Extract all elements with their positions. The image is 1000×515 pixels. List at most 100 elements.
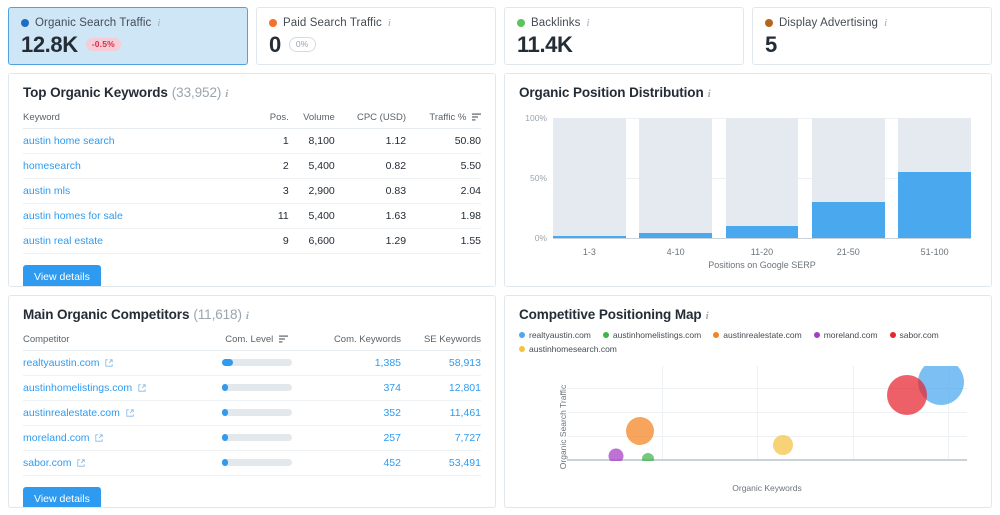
competitor-cell: sabor.com <box>23 450 207 476</box>
info-icon[interactable]: i <box>884 17 887 29</box>
bar-group-21-50[interactable]: 21-50 <box>811 118 885 257</box>
panel-title: Main Organic Competitors (11,618) i <box>23 307 481 322</box>
traffic-cell: 5.50 <box>406 153 481 179</box>
table-row[interactable]: austin homes for sale 11 5,400 1.63 1.98 <box>23 203 481 229</box>
kpi-card-paid-search-traffic[interactable]: Paid Search Traffic i 0 0% <box>256 7 496 65</box>
legend-item-moreland[interactable]: moreland.com <box>813 330 878 340</box>
scatter-bubble[interactable] <box>772 435 793 456</box>
view-details-competitors-button[interactable]: View details <box>23 486 101 508</box>
competitor-link[interactable]: moreland.com <box>23 432 90 444</box>
bubble-center-marker <box>636 427 644 435</box>
sort-descending-icon <box>472 113 481 121</box>
x-tick-label: 51-100 <box>920 246 949 257</box>
com-level-fill <box>221 359 233 367</box>
x-axis-title: Positions on Google SERP <box>708 259 816 270</box>
com-level-cell <box>206 425 307 451</box>
info-icon[interactable]: i <box>706 310 709 322</box>
column-header-keyword[interactable]: Keyword <box>23 112 262 129</box>
table-row[interactable]: austin home search 1 8,100 1.12 50.80 <box>23 128 481 154</box>
se-keywords-link[interactable]: 11,461 <box>450 407 481 419</box>
external-link-icon[interactable] <box>126 408 134 417</box>
se-keywords-link[interactable]: 7,727 <box>455 432 481 444</box>
info-icon[interactable]: i <box>157 17 160 29</box>
com-keywords-link[interactable]: 452 <box>383 457 401 469</box>
kpi-card-backlinks[interactable]: Backlinks i 11.4K <box>504 7 744 65</box>
info-icon[interactable]: i <box>225 89 228 100</box>
bar-group-1-3[interactable]: 1-3 <box>553 118 626 257</box>
kpi-card-display-advertising[interactable]: Display Advertising i 5 <box>752 7 992 65</box>
column-header-traffic-pct[interactable]: Traffic % <box>406 112 481 129</box>
table-row[interactable]: moreland.com 257 7,727 <box>23 425 481 451</box>
kpi-header: Paid Search Traffic i <box>269 16 483 30</box>
se-keywords-link[interactable]: 12,801 <box>449 382 481 394</box>
view-details-keywords-button[interactable]: View details <box>23 265 101 286</box>
legend-item-realtyaustin[interactable]: realtyaustin.com <box>519 330 591 340</box>
column-header-competitor[interactable]: Competitor <box>23 333 207 351</box>
keyword-link[interactable]: austin home search <box>23 135 115 147</box>
panel-title-text: Organic Position Distribution <box>519 85 704 100</box>
bar-group-51-100[interactable]: 51-100 <box>898 118 971 257</box>
scatter-bubble[interactable] <box>608 448 624 461</box>
legend-item-sabor[interactable]: sabor.com <box>889 330 939 340</box>
table-row[interactable]: austin mls 3 2,900 0.83 2.04 <box>23 178 481 204</box>
external-link-icon[interactable] <box>105 358 113 367</box>
se-keywords-link[interactable]: 53,491 <box>449 457 481 469</box>
info-icon[interactable]: i <box>388 17 391 29</box>
se-keywords-link[interactable]: 58,913 <box>449 357 481 369</box>
legend-item-austinrealestate[interactable]: austinrealestate.com <box>713 330 802 340</box>
table-row[interactable]: realtyaustin.com 1,385 58,913 <box>23 350 481 376</box>
info-icon[interactable]: i <box>246 310 249 322</box>
competitors-table: Competitor Com. Level Com. Keywords SE K… <box>23 333 481 476</box>
competitor-link[interactable]: sabor.com <box>23 457 71 469</box>
info-icon[interactable]: i <box>586 17 589 29</box>
external-link-icon[interactable] <box>138 383 146 392</box>
scatter-bubble[interactable] <box>886 375 927 416</box>
table-row[interactable]: austinrealestate.com 352 11,461 <box>23 400 481 426</box>
kpi-header: Backlinks i <box>517 16 731 30</box>
x-tick-label: 4-10 <box>666 246 685 257</box>
legend-dot-icon <box>713 331 720 338</box>
table-body: austin home search 1 8,100 1.12 50.80 ho… <box>23 128 481 254</box>
column-header-se-keywords[interactable]: SE Keywords <box>401 333 481 351</box>
column-header-volume[interactable]: Volume <box>288 112 335 129</box>
competitor-link[interactable]: austinhomelistings.com <box>23 382 132 394</box>
bar-group-4-10[interactable]: 4-10 <box>639 118 713 257</box>
scatter-bubble[interactable] <box>625 417 654 446</box>
keyword-link[interactable]: austin mls <box>23 185 70 197</box>
com-keywords-link[interactable]: 374 <box>383 382 401 394</box>
com-keywords-cell: 352 <box>306 400 401 426</box>
panel-count: (11,618) <box>193 306 242 322</box>
bubble-center-marker <box>779 441 787 449</box>
cpc-cell: 1.12 <box>334 128 407 154</box>
competitor-link[interactable]: austinrealestate.com <box>23 407 120 419</box>
table-row[interactable]: austin real estate 9 6,600 1.29 1.55 <box>23 228 481 254</box>
kpi-card-organic-search-traffic[interactable]: Organic Search Traffic i 12.8K -0.5% <box>8 7 248 65</box>
legend-item-austinhomesearch[interactable]: austinhomesearch.com <box>519 344 617 354</box>
external-link-icon[interactable] <box>95 433 104 442</box>
table-row[interactable]: homesearch 2 5,400 0.82 5.50 <box>23 153 481 179</box>
kpi-body: 12.8K -0.5% <box>21 33 235 56</box>
pos-cell: 1 <box>261 128 289 154</box>
legend-item-austinhomelistings[interactable]: austinhomelistings.com <box>602 330 701 340</box>
keyword-link[interactable]: austin homes for sale <box>23 210 123 222</box>
keyword-link[interactable]: austin real estate <box>23 235 103 247</box>
column-header-pos[interactable]: Pos. <box>261 112 289 129</box>
column-header-com-level[interactable]: Com. Level <box>206 333 307 351</box>
competitor-link[interactable]: realtyaustin.com <box>23 357 99 369</box>
info-icon[interactable]: i <box>708 89 711 100</box>
com-keywords-link[interactable]: 1,385 <box>375 357 401 369</box>
column-header-cpc[interactable]: CPC (USD) <box>334 112 407 129</box>
table-row[interactable]: sabor.com 452 53,491 <box>23 450 481 476</box>
com-keywords-link[interactable]: 352 <box>383 407 401 419</box>
traffic-cell: 1.55 <box>406 228 481 254</box>
display-advertising-dot-icon <box>765 19 773 27</box>
com-keywords-cell: 257 <box>306 425 401 451</box>
com-keywords-link[interactable]: 257 <box>383 432 401 444</box>
position-distribution-chart: 100% 50% 0% 1-3 4-10 11-20 21-50 51-100 … <box>519 110 977 276</box>
column-header-com-keywords[interactable]: Com. Keywords <box>306 333 401 351</box>
table-row[interactable]: austinhomelistings.com 374 12,801 <box>23 375 481 401</box>
keyword-link[interactable]: homesearch <box>23 160 81 172</box>
external-link-icon[interactable] <box>77 458 85 467</box>
bar-group-11-20[interactable]: 11-20 <box>725 118 799 257</box>
scatter-bubble[interactable] <box>642 452 655 461</box>
